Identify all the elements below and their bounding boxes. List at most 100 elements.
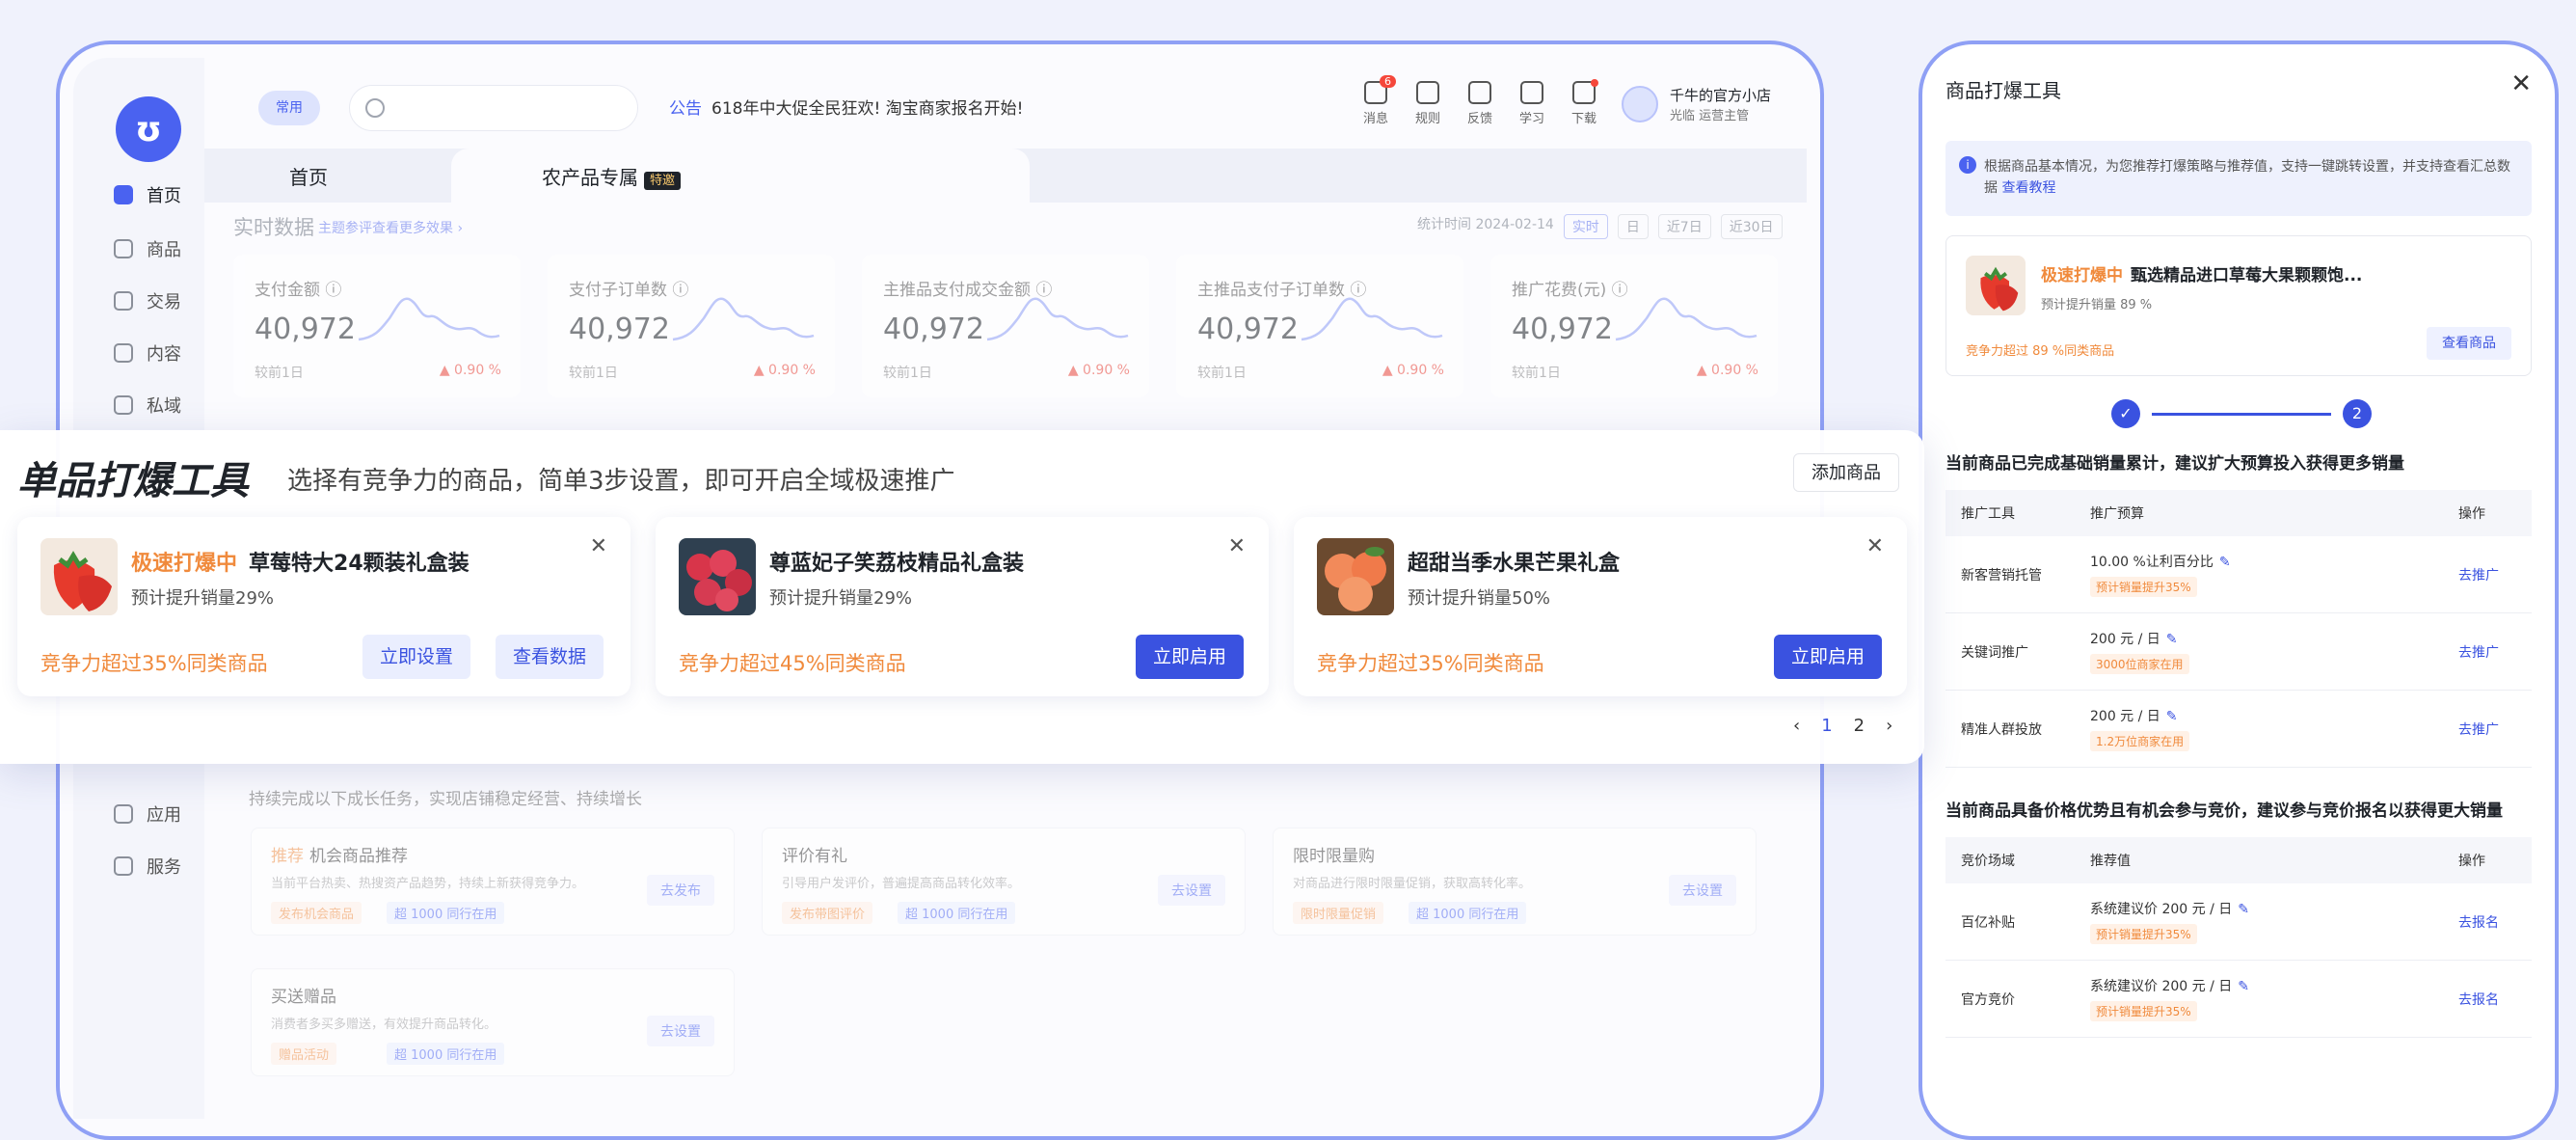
sidebar-item-content[interactable]: 内容 (114, 334, 181, 372)
feedback-button[interactable]: 反馈 (1465, 81, 1494, 126)
row-chip: 预计销量提升35% (2090, 924, 2197, 944)
announcement-tag: 公告 (669, 99, 702, 119)
range-30d[interactable]: 近30日 (1720, 214, 1783, 239)
metric-value: 40,972 (569, 312, 670, 346)
enable-now-button[interactable]: 立即启用 (1136, 635, 1245, 679)
close-icon[interactable]: ✕ (590, 534, 607, 558)
page-1[interactable]: 1 (1821, 716, 1832, 736)
download-button[interactable]: 下载 (1570, 79, 1598, 126)
realtime-link[interactable]: 主题参评查看更多效果 › (318, 218, 463, 237)
range-day[interactable]: 日 (1617, 214, 1649, 239)
close-icon[interactable]: ✕ (1866, 534, 1884, 558)
sidebar-item-service[interactable]: 服务 (114, 847, 181, 885)
growth-task-card: 限时限量购 对商品进行限时限量促销，获取高转化率。 限时限量促销 超 1000 … (1273, 828, 1757, 936)
task-title: 限时限量购 (1293, 842, 1375, 866)
strawberry-image (1966, 256, 2026, 315)
rules-button[interactable]: 规则 (1413, 81, 1442, 126)
edit-icon[interactable]: ✎ (2238, 902, 2249, 917)
tab-agri[interactable]: 农产品专属 特邀 (542, 162, 682, 190)
metric-card[interactable]: 支付子订单数 ⓘ 40,972 较前1日 ▲ 0.90 % (548, 255, 835, 397)
growth-task-card: 推荐 机会商品推荐 当前平台热卖、热搜资产品趋势，持续上新获得竞争力。 发布机会商… (251, 828, 735, 936)
strawberry-image (40, 538, 118, 615)
task-action-button[interactable]: 去设置 (1669, 875, 1736, 906)
row-action-link[interactable]: 去推广 (2458, 565, 2532, 584)
metric-card[interactable]: 推广花费(元) ⓘ 40,972 较前1日 ▲ 0.90 % (1490, 255, 1778, 397)
metric-compare: 较前1日 (883, 366, 932, 381)
learn-button[interactable]: 学习 (1517, 81, 1546, 126)
home-icon (114, 185, 133, 204)
metric-value: 40,972 (883, 312, 984, 346)
growth-task-card: 评价有礼 引导用户发评价，普遍提高商品转化效率。 发布带图评价 超 1000 同… (762, 828, 1246, 936)
app-logo-icon[interactable]: ʊ (116, 96, 181, 162)
step-current[interactable]: 2 (2343, 399, 2372, 428)
edit-icon[interactable]: ✎ (2219, 555, 2231, 570)
download-dot-badge (1591, 79, 1598, 87)
product-name: 尊蓝妃子笑荔枝精品礼盒装 (769, 546, 1024, 577)
sidebar-item-home[interactable]: 首页 (114, 176, 181, 214)
panel-product-competitiveness: 竞争力超过 89 %同类商品 (1966, 344, 2115, 359)
sidebar-item-goods[interactable]: 商品 (114, 230, 181, 268)
sidebar-item-label: 内容 (147, 344, 181, 365)
row-action-link[interactable]: 去报名 (2458, 912, 2532, 932)
view-product-button[interactable]: 查看商品 (2427, 327, 2511, 360)
metric-rate: ▲ 0.90 % (1696, 363, 1758, 378)
add-product-button[interactable]: 添加商品 (1793, 453, 1899, 492)
metric-value: 40,972 (255, 312, 356, 346)
sidebar-item-private-domain[interactable]: 私域 (114, 386, 181, 424)
step-done-icon[interactable]: ✓ (2111, 399, 2140, 428)
row-budget: 200 元 / 日 ✎ (2090, 629, 2458, 648)
range-realtime[interactable]: 实时 (1563, 214, 1608, 239)
sidebar-item-trade[interactable]: 交易 (114, 282, 181, 320)
tab-home[interactable]: 首页 (289, 162, 328, 190)
row-action-link[interactable]: 去报名 (2458, 990, 2532, 1009)
metric-card[interactable]: 支付金额 ⓘ 40,972 较前1日 ▲ 0.90 % (233, 255, 521, 397)
sidebar-item-apps[interactable]: 应用 (114, 795, 181, 833)
messages-button[interactable]: 6 消息 (1361, 75, 1396, 126)
announcement[interactable]: 公告 618年中大促全民狂欢! 淘宝商家报名开始! (669, 95, 1023, 119)
page-2[interactable]: 2 (1854, 716, 1865, 736)
metric-card[interactable]: 主推品支付子订单数 ⓘ 40,972 较前1日 ▲ 0.90 % (1176, 255, 1463, 397)
edit-icon[interactable]: ✎ (2238, 979, 2249, 994)
col-header: 操作 (2458, 506, 2485, 522)
close-icon[interactable]: ✕ (1228, 534, 1246, 558)
row-chip: 1.2万位商家在用 (2090, 731, 2190, 751)
search-input[interactable] (349, 85, 638, 131)
trade-icon (114, 291, 133, 311)
tutorial-link[interactable]: 查看教程 (2001, 180, 2055, 196)
metric-rate: ▲ 0.90 % (1067, 363, 1130, 378)
recommend-tag: 推荐 (271, 847, 304, 866)
tool-label: 反馈 (1466, 112, 1492, 126)
metric-card[interactable]: 主推品支付成交金额 ⓘ 40,972 较前1日 ▲ 0.90 % (862, 255, 1149, 397)
hot-label: 极速打爆中 (131, 552, 238, 576)
close-icon[interactable]: ✕ (2510, 69, 2532, 98)
panel-product-lift: 预计提升销量 89 % (2041, 298, 2153, 312)
product-card[interactable]: 尊蓝妃子笑荔枝精品礼盒装 预计提升销量29% ✕ 竞争力超过45%同类商品 立即… (656, 517, 1269, 696)
task-usage-chip: 超 1000 同行在用 (898, 902, 1016, 924)
edit-icon[interactable]: ✎ (2166, 632, 2178, 647)
frequent-tag[interactable]: 常用 (258, 91, 320, 125)
row-action-link[interactable]: 去推广 (2458, 642, 2532, 662)
view-data-button[interactable]: 查看数据 (496, 635, 604, 679)
metric-compare: 较前1日 (569, 366, 618, 381)
task-action-button[interactable]: 去设置 (647, 1016, 714, 1046)
enable-now-button[interactable]: 立即启用 (1774, 635, 1883, 679)
product-card[interactable]: 超甜当季水果芒果礼盒 预计提升销量50% ✕ 竞争力超过35%同类商品 立即启用 (1294, 517, 1907, 696)
edit-icon[interactable]: ✎ (2166, 709, 2178, 724)
row-budget: 系统建议价 200 元 / 日 ✎ (2090, 899, 2458, 918)
metric-rate: ▲ 0.90 % (753, 363, 816, 378)
product-competitiveness: 竞争力超过35%同类商品 (40, 652, 268, 675)
promo-table: 推广工具 推广预算 操作 新客营销托管 10.00 %让利百分比 ✎ 预计销量提升35… (1945, 490, 2532, 768)
user-menu[interactable]: 千牛的官方小店 光临 运营主管 (1622, 85, 1771, 123)
task-action-button[interactable]: 去设置 (1158, 875, 1225, 906)
col-header: 推荐值 (2090, 854, 2131, 869)
product-card[interactable]: 极速打爆中 草莓特大24颗装礼盒装 预计提升销量29% ✕ 竞争力超过35%同类商… (17, 517, 631, 696)
setup-now-button[interactable]: 立即设置 (362, 635, 471, 679)
task-usage-chip: 超 1000 同行在用 (387, 902, 505, 924)
hot-label: 极速打爆中 (2041, 266, 2123, 285)
task-action-button[interactable]: 去发布 (647, 875, 714, 906)
row-action-link[interactable]: 去推广 (2458, 719, 2532, 739)
range-7d[interactable]: 近7日 (1657, 214, 1711, 239)
prev-page-icon[interactable]: ‹ (1793, 716, 1800, 736)
next-page-icon[interactable]: › (1886, 716, 1892, 736)
row-chip: 预计销量提升35% (2090, 577, 2197, 597)
